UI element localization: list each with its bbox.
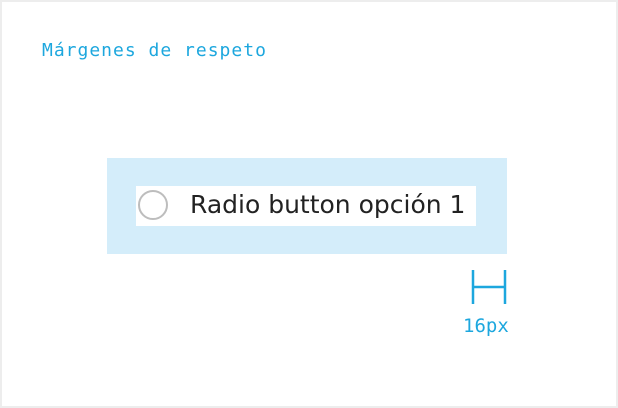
measurement-label: 16px — [463, 315, 509, 337]
diagram-title: Márgenes de respeto — [42, 40, 267, 61]
diagram-frame: Márgenes de respeto Radio button opción … — [0, 0, 618, 408]
radio-button-option[interactable]: Radio button opción 1 — [136, 186, 476, 226]
radio-unchecked-icon[interactable] — [138, 190, 168, 220]
measurement-bracket-icon — [471, 270, 507, 304]
radio-button-label: Radio button opción 1 — [190, 190, 466, 219]
